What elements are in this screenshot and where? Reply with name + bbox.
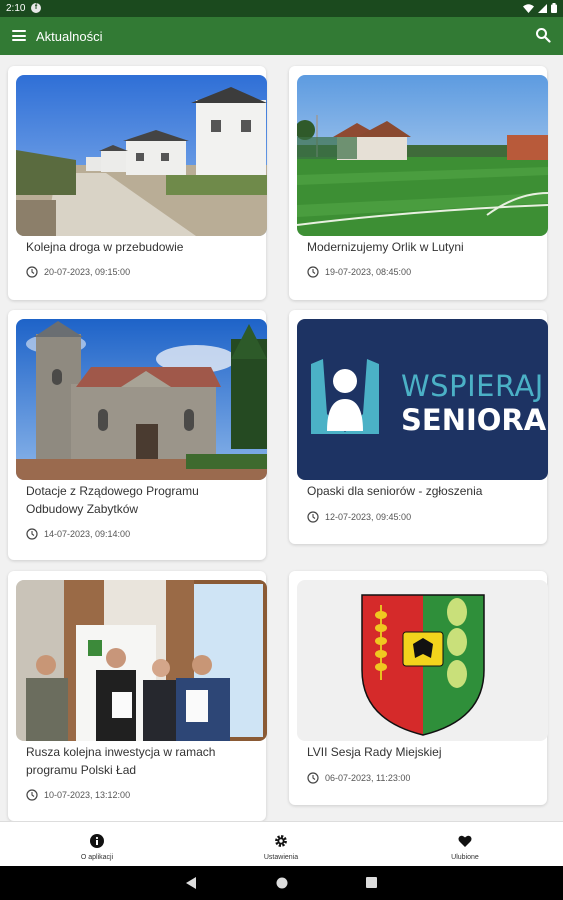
news-title: Rusza kolejna inwestycja w ramach progra… [26,745,216,777]
clock-icon [26,789,38,801]
app-notification-icon: f [31,3,41,13]
news-date: 14-07-2023, 09:14:00 [44,529,131,539]
news-card[interactable]: LVII Sesja Rady Miejskiej 06-07-2023, 11… [289,571,548,805]
heart-icon [458,835,472,847]
news-title: Opaski dla seniorów - zgłoszenia [307,484,483,498]
battery-icon [551,3,557,13]
news-title: Dotacje z Rządowego Programu Odbudowy Za… [26,484,199,516]
news-card[interactable]: Kolejna droga w przebudowie 20-07-2023, … [8,66,267,300]
status-time: 2:10 [6,3,26,14]
search-icon[interactable] [535,27,551,43]
news-title: LVII Sesja Rady Miejskiej [307,745,442,759]
news-date: 10-07-2023, 13:12:00 [44,790,131,800]
logo-text-line1: WSPIERAJ [401,369,544,403]
nav-item-favorites[interactable]: Ulubione [405,822,525,867]
news-title: Kolejna droga w przebudowie [26,240,184,254]
news-date: 20-07-2023, 09:15:00 [44,267,131,277]
page-title: Aktualności [36,29,103,44]
menu-icon[interactable] [12,30,26,41]
status-bar: 2:10 f [0,0,563,17]
news-date: 19-07-2023, 08:45:00 [325,267,412,277]
clock-icon [26,528,38,540]
news-date-row: 12-07-2023, 09:45:00 [307,511,411,523]
clock-icon [307,266,319,278]
news-title: Modernizujemy Orlik w Lutyni [307,240,464,254]
logo-text-line2: SENIORA [401,403,547,437]
news-date: 06-07-2023, 11:23:00 [325,773,411,783]
nav-item-settings[interactable]: Ustawienia [221,822,341,867]
news-image-seniora-logo: WSPIERAJ SENIORA [297,319,548,480]
status-icons [523,3,557,13]
news-card[interactable]: Dotacje z Rządowego Programu Odbudowy Za… [8,310,267,560]
clock-icon [307,772,319,784]
news-date-row: 19-07-2023, 08:45:00 [307,266,411,278]
news-list: Kolejna droga w przebudowie 20-07-2023, … [0,55,563,821]
news-date-row: 14-07-2023, 09:14:00 [26,528,130,540]
back-icon[interactable] [186,877,197,889]
home-icon[interactable] [276,877,288,889]
news-image-street [16,75,267,236]
news-image-pitch [297,75,548,236]
info-icon [90,834,104,848]
nav-label: O aplikacji [80,854,114,861]
nav-label: Ustawienia [263,854,299,861]
recents-icon[interactable] [366,877,377,888]
clock-icon [26,266,38,278]
news-date-row: 10-07-2023, 13:12:00 [26,789,130,801]
news-date-row: 20-07-2023, 09:15:00 [26,266,130,278]
news-image-coat-of-arms [297,580,548,741]
news-image-signing [16,580,267,741]
nav-label: Ulubione [451,854,479,861]
news-date-row: 06-07-2023, 11:23:00 [307,772,410,784]
nav-item-about[interactable]: O aplikacji [37,822,157,867]
app-bar: Aktualności [0,17,563,55]
system-nav-bar [0,866,563,900]
news-date: 12-07-2023, 09:45:00 [325,512,412,522]
clock-icon [307,511,319,523]
gear-icon [275,835,287,847]
wifi-icon [523,3,534,13]
news-card[interactable]: Rusza kolejna inwestycja w ramach progra… [8,571,267,821]
news-image-church [16,319,267,480]
news-card[interactable]: WSPIERAJ SENIORA Opaski dla seniorów - z… [289,310,548,544]
signal-icon [538,3,547,13]
bottom-nav: O aplikacji Ustawienia Ulubione [0,821,563,866]
news-card[interactable]: Modernizujemy Orlik w Lutyni 19-07-2023,… [289,66,548,300]
